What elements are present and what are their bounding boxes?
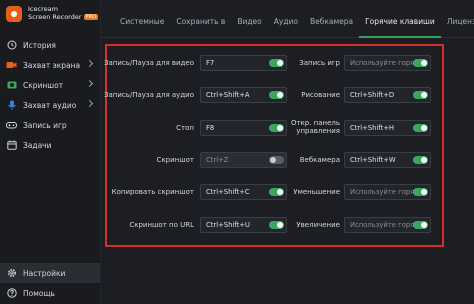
sidebar-item-label: Помощь bbox=[23, 288, 55, 298]
hotkey-label: Запись игр bbox=[299, 59, 340, 67]
app-logo-icon bbox=[6, 6, 22, 22]
hotkey-toggle[interactable] bbox=[413, 124, 428, 132]
sidebar-item-tasks[interactable]: Задачи bbox=[0, 135, 100, 155]
hotkeys-panel: Запись/Пауза для видео F7 Запись/Пауза д… bbox=[103, 44, 444, 247]
sidebar-item-label: Захват экрана bbox=[23, 60, 81, 70]
hotkey-label-line1: Откр. панель bbox=[290, 119, 340, 127]
tab-video[interactable]: Видео bbox=[231, 11, 267, 31]
sidebar-item-screenshot[interactable]: Скриншот bbox=[0, 75, 100, 95]
hotkey-toggle[interactable] bbox=[269, 156, 284, 164]
sidebar-item-settings[interactable]: Настройки bbox=[0, 263, 100, 283]
hotkey-toggle[interactable] bbox=[413, 221, 428, 229]
brand-name-line2: Screen Recorder bbox=[28, 13, 82, 21]
app-window: Icecream Screen Recorder PRO История Захв… bbox=[0, 0, 474, 304]
brand-name-line1: Icecream bbox=[28, 5, 58, 13]
sidebar-item-screen-capture[interactable]: Захват экрана bbox=[0, 55, 100, 75]
hotkey-label: Стоп bbox=[176, 124, 194, 132]
chevron-right-icon bbox=[85, 59, 94, 68]
sidebar-item-label: Запись игр bbox=[23, 120, 67, 130]
gamepad-icon bbox=[6, 120, 17, 131]
sidebar-item-label: Настройки bbox=[23, 268, 66, 278]
hotkey-toggle[interactable] bbox=[413, 59, 428, 67]
tab-audio[interactable]: Аудио bbox=[268, 11, 304, 31]
hotkey-label: Откр. панель управления bbox=[291, 119, 340, 135]
hotkey-label: Увеличение bbox=[296, 221, 340, 229]
microphone-icon bbox=[6, 100, 17, 111]
camera-icon bbox=[6, 60, 17, 71]
hotkey-label-line2: управления bbox=[296, 127, 340, 135]
tab-hotkeys[interactable]: Горячие клавиши bbox=[359, 11, 441, 38]
sidebar-item-game-recording[interactable]: Запись игр bbox=[0, 115, 100, 135]
chevron-right-icon bbox=[85, 99, 94, 108]
settings-tabs: Системные Сохранить в Видео Аудио Вебкам… bbox=[100, 11, 474, 38]
sidebar-item-label: Скриншот bbox=[23, 80, 64, 90]
hotkey-toggle[interactable] bbox=[269, 124, 284, 132]
hotkey-label: Скриншот по URL bbox=[129, 221, 194, 229]
clock-icon bbox=[6, 40, 17, 51]
chevron-right-icon bbox=[85, 79, 94, 88]
calendar-icon bbox=[6, 140, 17, 151]
brand-text: Icecream Screen Recorder PRO bbox=[28, 5, 98, 21]
hotkey-label: Уменьшение bbox=[293, 188, 340, 196]
hotkey-toggle[interactable] bbox=[269, 59, 284, 67]
sidebar-item-label: История bbox=[23, 40, 56, 50]
gear-icon bbox=[6, 268, 17, 279]
hotkey-label: Запись/Пауза для видео bbox=[103, 59, 194, 67]
tab-system[interactable]: Системные bbox=[100, 11, 170, 31]
hotkey-toggle[interactable] bbox=[413, 156, 428, 164]
sidebar-nav: История Захват экрана Скриншот Захват ау… bbox=[0, 35, 100, 155]
hotkey-toggle[interactable] bbox=[269, 188, 284, 196]
sidebar: Icecream Screen Recorder PRO История Захв… bbox=[0, 0, 101, 304]
pro-badge: PRO bbox=[83, 14, 98, 20]
hotkey-label: Запись/Пауза для аудио bbox=[103, 91, 194, 99]
sidebar-item-label: Захват аудио bbox=[23, 100, 77, 110]
hotkey-toggle[interactable] bbox=[269, 221, 284, 229]
sidebar-item-label: Задачи bbox=[23, 140, 52, 150]
hotkey-label: Копировать скриншот bbox=[111, 188, 194, 196]
sidebar-item-history[interactable]: История bbox=[0, 35, 100, 55]
tab-save-to[interactable]: Сохранить в bbox=[170, 11, 231, 31]
brand: Icecream Screen Recorder PRO bbox=[6, 5, 98, 22]
sidebar-item-help[interactable]: Помощь bbox=[0, 283, 100, 303]
sidebar-item-audio-capture[interactable]: Захват аудио bbox=[0, 95, 100, 115]
hotkey-toggle[interactable] bbox=[269, 91, 284, 99]
hotkey-label: Вебкамера bbox=[299, 156, 340, 164]
hotkey-label: Скриншот bbox=[156, 156, 194, 164]
hotkey-toggle[interactable] bbox=[413, 91, 428, 99]
sidebar-bottom: Настройки Помощь bbox=[0, 263, 100, 303]
screenshot-icon bbox=[6, 80, 17, 91]
hotkey-toggle[interactable] bbox=[413, 188, 428, 196]
tab-license[interactable]: Лицензия bbox=[441, 11, 474, 31]
tab-webcam[interactable]: Вебкамера bbox=[304, 11, 359, 31]
help-icon bbox=[6, 288, 17, 299]
hotkey-label: Рисование bbox=[301, 91, 340, 99]
